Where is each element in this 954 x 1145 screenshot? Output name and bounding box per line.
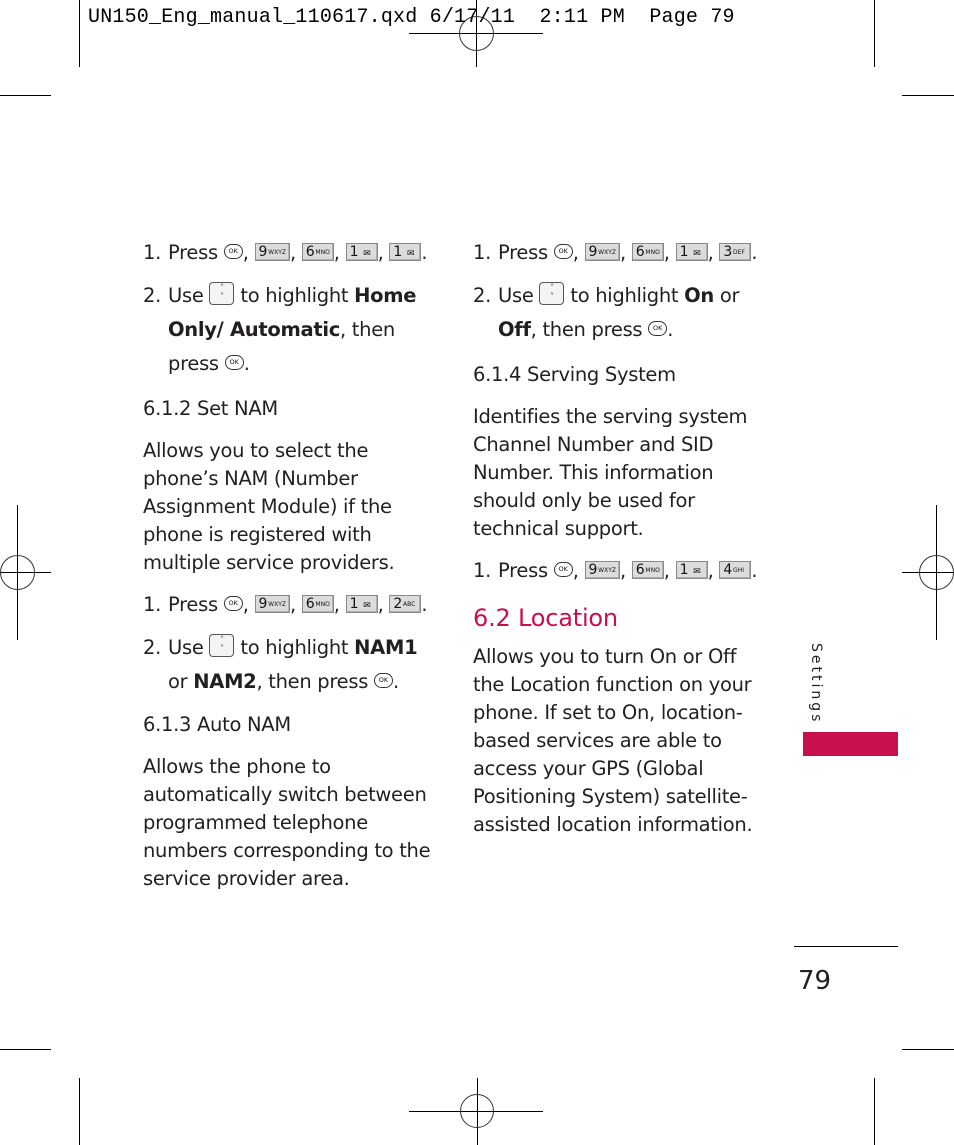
option-name: Off [498, 318, 531, 341]
auto-nam-description: Allows the phone to automatically switch… [143, 755, 431, 890]
key-1-voicemail-icon: 1 ✉ [675, 242, 708, 261]
key-2-icon: 2ABC [389, 594, 422, 613]
ok-key-icon: OK [223, 244, 243, 259]
ok-key-icon: OK [553, 562, 573, 577]
ok-key-icon: OK [374, 673, 393, 688]
step-press-sequence: 1. Press OK, 9WXYZ, 6MNO, 1 ✉, 3DEF. [473, 239, 768, 267]
step-number: 1. [143, 241, 162, 264]
set-nam-description: Allows you to select the phone’s NAM (Nu… [143, 439, 395, 574]
step-text: to highlight [570, 284, 679, 307]
key-9-icon: 9WXYZ [584, 242, 620, 261]
key-4-icon: 4GHI [719, 560, 752, 579]
step-text: , then press [530, 318, 643, 341]
step-number: 1. [143, 593, 162, 616]
step-text: Use [168, 636, 204, 659]
crop-mark-bottom-left-h [0, 1049, 51, 1050]
step-text: , then press [256, 670, 369, 693]
step-text: Press [168, 241, 218, 264]
step-number: 2. [143, 284, 162, 307]
option-name: On [684, 284, 715, 307]
ok-key-icon: OK [224, 355, 244, 370]
key-6-icon: 6MNO [631, 560, 664, 579]
key-6-icon: 6MNO [631, 242, 664, 261]
slug-time: 2:11 PM [539, 6, 625, 29]
key-1-voicemail-icon: 1 ✉ [345, 594, 378, 613]
crop-mark-top-right-v [874, 0, 875, 67]
ok-key-icon: OK [648, 321, 668, 336]
nav-key-icon: ˄ ˅ [209, 282, 235, 305]
step-text: Press [498, 241, 548, 264]
step-text: or [719, 284, 740, 307]
step-highlight: 2. Use ˄ ˅ to highlight On or Off, then p… [473, 279, 768, 347]
step-text: to highlight [240, 636, 349, 659]
key-1-voicemail-icon: 1 ✉ [345, 242, 378, 261]
step-text: to highlight [240, 284, 349, 307]
step-text: Use [498, 284, 534, 307]
option-name: NAM2 [193, 670, 257, 693]
slug-filename: UN150_Eng_manual_110617.qxd [88, 6, 418, 29]
key-9-icon: 9WXYZ [254, 594, 290, 613]
step-press-sequence: 1. Press OK, 9WXYZ, 6MNO, 1 ✉, 1 ✉. [143, 239, 438, 267]
step-text: Press [498, 559, 548, 582]
print-slug: UN150_Eng_manual_110617.qxd 6/17/11 2:11… [88, 6, 735, 29]
serving-system-description: Identifies the serving system Channel Nu… [473, 405, 748, 540]
key-6-icon: 6MNO [301, 242, 334, 261]
step-number: 2. [143, 636, 162, 659]
key-6-icon: 6MNO [301, 594, 334, 613]
step-number: 1. [473, 559, 492, 582]
key-9-icon: 9WXYZ [254, 242, 290, 261]
crop-mark-top-right-h [902, 95, 954, 96]
page-number: 79 [798, 966, 832, 996]
location-description: Allows you to turn On or Off the Locatio… [473, 645, 753, 836]
section-heading-auto-nam: 6.1.3 Auto NAM [143, 713, 291, 736]
crop-mark-top-left-h [0, 95, 51, 96]
step-number: 2. [473, 284, 492, 307]
section-heading-location: 6.2 Location [473, 604, 618, 632]
ok-key-icon: OK [223, 596, 243, 611]
step-text: Press [168, 593, 218, 616]
section-tab-label: Settings [808, 643, 824, 725]
step-text: or [168, 670, 188, 693]
left-column: 1. Press OK, 9WXYZ, 6MNO, 1 ✉, 1 ✉. 2. Use… [143, 239, 438, 893]
footer-rule [794, 946, 898, 947]
option-name: NAM1 [354, 636, 418, 659]
right-column: 1. Press OK, 9WXYZ, 6MNO, 1 ✉, 3DEF. 2. U… [473, 239, 768, 839]
slug-page: Page 79 [649, 6, 735, 29]
section-heading-set-nam: 6.1.2 Set NAM [143, 397, 278, 420]
nav-key-icon: ˄ ˅ [209, 634, 235, 657]
section-tab-marker [803, 732, 898, 756]
step-highlight: 2. Use ˄ ˅ to highlight Home Only/ Automa… [143, 279, 438, 381]
key-3-icon: 3DEF [719, 242, 752, 261]
crop-mark-bottom-right-v [874, 1078, 875, 1145]
ok-key-icon: OK [553, 244, 573, 259]
step-number: 1. [473, 241, 492, 264]
step-highlight: 2. Use ˄ ˅ to highlight NAM1 or NAM2, the… [143, 631, 438, 699]
step-press-sequence: 1. Press OK, 9WXYZ, 6MNO, 1 ✉, 4GHI. [473, 557, 768, 585]
step-press-sequence: 1. Press OK, 9WXYZ, 6MNO, 1 ✉, 2ABC. [143, 591, 438, 619]
crop-mark-bottom-left-v [79, 1078, 80, 1145]
key-1-voicemail-icon: 1 ✉ [675, 560, 708, 579]
key-1-voicemail-icon: 1 ✉ [389, 242, 422, 261]
key-9-icon: 9WXYZ [584, 560, 620, 579]
nav-key-icon: ˄ ˅ [539, 282, 565, 305]
section-heading-serving-system: 6.1.4 Serving System [473, 363, 676, 386]
step-text: Use [168, 284, 204, 307]
slug-date: 6/17/11 [429, 6, 516, 29]
crop-mark-bottom-right-h [902, 1049, 954, 1050]
crop-mark-top-left-v [79, 0, 80, 67]
